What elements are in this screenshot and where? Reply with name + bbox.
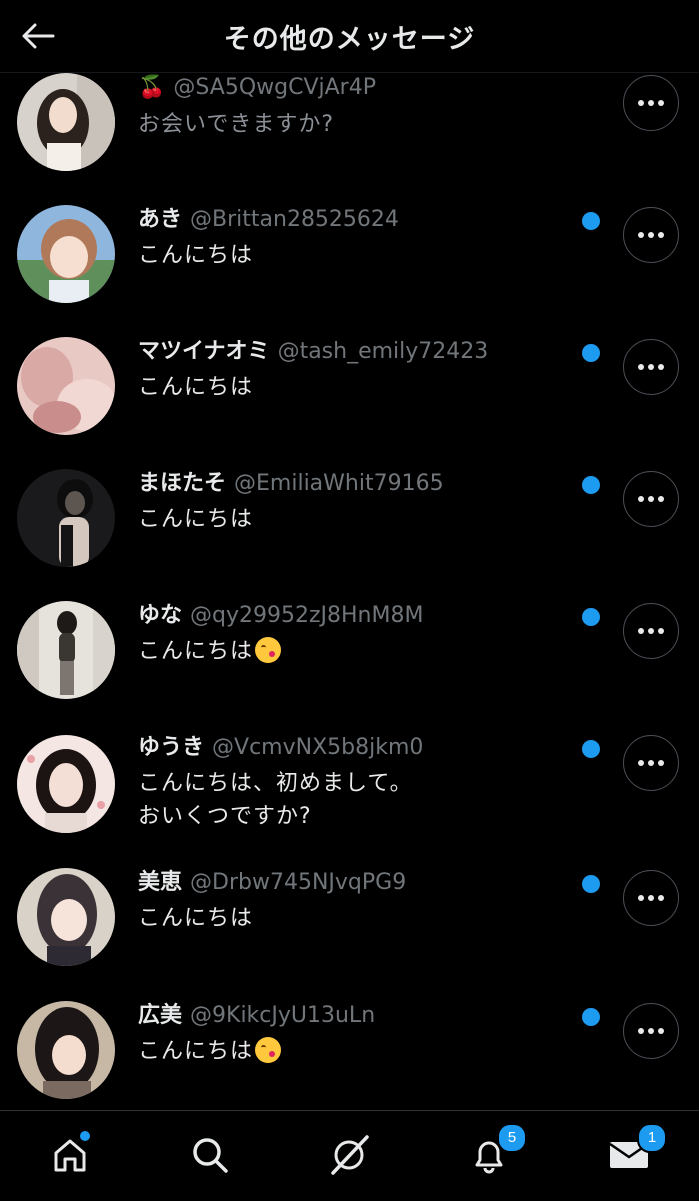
unread-dot — [582, 344, 600, 362]
message-preview: お会いできますか? — [138, 108, 334, 141]
sender-line: 美恵 @Drbw745NJvqPG9 — [138, 868, 406, 898]
unread-dot — [582, 212, 600, 230]
message-preview: こんにちは — [138, 239, 253, 272]
sender-handle: @Brittan28525624 — [190, 207, 399, 232]
sender-name: あき — [138, 207, 183, 232]
tab-search[interactable] — [180, 1125, 240, 1185]
message-row[interactable]: ゆな @qy29952zJ8HnM8M こんにちは — [0, 583, 699, 715]
notifications-badge: 5 — [497, 1123, 527, 1153]
message-row[interactable]: 美恵 @Drbw745NJvqPG9 こんにちは — [0, 850, 699, 982]
more-options-button[interactable] — [623, 471, 679, 527]
message-text: こんにちは — [138, 507, 254, 532]
unread-dot — [582, 740, 600, 758]
more-options-button[interactable] — [623, 207, 679, 263]
sender-name: ゆな — [138, 603, 183, 628]
spaces-icon — [331, 1135, 369, 1175]
message-request-list: 🍒 @SA5QwgCVjAr4P お会いできますか? あき @Brittan2852… — [0, 0, 699, 1110]
bottom-tab-bar: 5 1 — [0, 1110, 699, 1201]
message-row[interactable]: ゆうき @VcmvNX5b8jkm0 こんにちは、初めまして。 おいくつですか? — [0, 715, 699, 847]
sender-line: 広美 @9KikcJyU13uLn — [138, 1001, 375, 1031]
sender-name: 🍒 — [138, 75, 166, 100]
sender-handle: @tash_emily72423 — [277, 339, 489, 364]
avatar[interactable] — [17, 73, 115, 171]
more-options-button[interactable] — [623, 1003, 679, 1059]
sender-line: ゆな @qy29952zJ8HnM8M — [138, 601, 423, 631]
unread-dot — [582, 875, 600, 893]
message-preview: こんにちは、初めまして。 おいくつですか? — [138, 767, 413, 833]
message-row[interactable]: マツイナオミ @tash_emily72423 こんにちは — [0, 319, 699, 451]
home-new-dot — [80, 1131, 90, 1141]
sender-name: ゆうき — [138, 735, 205, 760]
sender-line: マツイナオミ @tash_emily72423 — [138, 337, 488, 367]
message-row[interactable]: 🍒 @SA5QwgCVjAr4P お会いできますか? — [0, 55, 699, 187]
sender-line: 🍒 @SA5QwgCVjAr4P — [138, 73, 376, 103]
kissing-face-emoji-icon — [255, 1037, 282, 1063]
message-text: こんにちは — [138, 1039, 254, 1064]
message-row[interactable]: あき @Brittan28525624 こんにちは — [0, 187, 699, 319]
avatar[interactable] — [17, 735, 115, 833]
avatar[interactable] — [17, 469, 115, 567]
more-options-button[interactable] — [623, 735, 679, 791]
message-text: こんにちは — [138, 906, 254, 931]
sender-handle: @EmiliaWhit79165 — [234, 471, 444, 496]
sender-name: 美恵 — [138, 870, 183, 895]
avatar[interactable] — [17, 1001, 115, 1099]
sender-handle: @9KikcJyU13uLn — [190, 1003, 376, 1028]
avatar[interactable] — [17, 205, 115, 303]
sender-name: マツイナオミ — [138, 339, 270, 364]
message-text: こんにちは、初めまして。 おいくつですか? — [138, 771, 413, 829]
more-icon — [638, 895, 664, 901]
messages-badge: 1 — [637, 1123, 667, 1153]
sender-handle: @VcmvNX5b8jkm0 — [212, 735, 424, 760]
avatar[interactable] — [17, 337, 115, 435]
more-icon — [638, 1028, 664, 1034]
more-icon — [638, 232, 664, 238]
sender-handle: @qy29952zJ8HnM8M — [190, 603, 424, 628]
sender-line: まほたそ @EmiliaWhit79165 — [138, 469, 444, 499]
unread-dot — [582, 608, 600, 626]
message-preview: こんにちは — [138, 1035, 282, 1068]
message-preview: こんにちは — [138, 635, 282, 668]
tab-spaces[interactable] — [319, 1125, 379, 1185]
tab-home[interactable] — [40, 1125, 100, 1185]
message-row[interactable]: まほたそ @EmiliaWhit79165 こんにちは — [0, 451, 699, 583]
more-options-button[interactable] — [623, 603, 679, 659]
message-text: こんにちは — [138, 243, 254, 268]
page-title: その他のメッセージ — [223, 24, 476, 55]
sender-line: ゆうき @VcmvNX5b8jkm0 — [138, 733, 423, 763]
tab-notifications[interactable]: 5 — [459, 1123, 527, 1185]
more-options-button[interactable] — [623, 870, 679, 926]
message-text: こんにちは — [138, 639, 254, 664]
sender-handle: @Drbw745NJvqPG9 — [190, 870, 407, 895]
more-icon — [638, 628, 664, 634]
more-options-button[interactable] — [623, 75, 679, 131]
more-options-button[interactable] — [623, 339, 679, 395]
avatar[interactable] — [17, 601, 115, 699]
message-text: こんにちは — [138, 375, 254, 400]
sender-handle: @SA5QwgCVjAr4P — [173, 75, 376, 100]
sender-name: まほたそ — [138, 471, 227, 496]
kissing-face-emoji-icon — [255, 637, 282, 663]
more-icon — [638, 100, 664, 106]
unread-dot — [582, 1008, 600, 1026]
search-icon — [193, 1138, 228, 1173]
home-icon — [54, 1139, 86, 1172]
message-preview: こんにちは — [138, 902, 253, 935]
unread-dot — [582, 476, 600, 494]
avatar[interactable] — [17, 868, 115, 966]
more-icon — [638, 496, 664, 502]
message-preview: こんにちは — [138, 371, 253, 404]
message-preview: こんにちは — [138, 503, 253, 536]
more-icon — [638, 760, 664, 766]
sender-name: 広美 — [138, 1003, 183, 1028]
message-text: お会いできますか? — [138, 112, 335, 137]
more-icon — [638, 364, 664, 370]
top-bar: その他のメッセージ — [0, 0, 699, 73]
sender-line: あき @Brittan28525624 — [138, 205, 399, 235]
tab-messages[interactable]: 1 — [599, 1123, 667, 1185]
message-row[interactable]: 広美 @9KikcJyU13uLn こんにちは — [0, 983, 699, 1110]
